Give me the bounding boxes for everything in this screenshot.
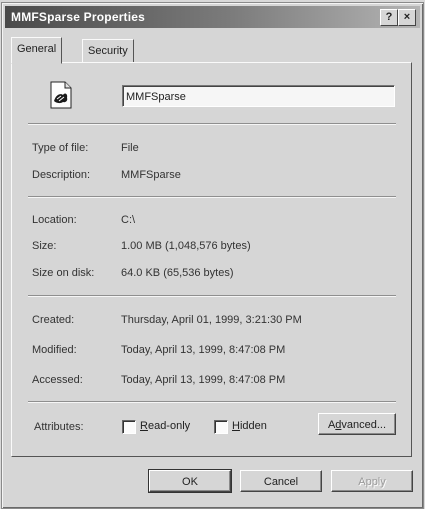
cancel-button[interactable]: Cancel <box>240 470 322 492</box>
read-only-hotkey: R <box>140 420 148 432</box>
separator <box>28 123 396 125</box>
help-button[interactable]: ? <box>380 9 398 26</box>
hidden-label-text: idden <box>239 420 267 432</box>
tab-security[interactable]: Security <box>82 39 134 63</box>
ok-button[interactable]: OK <box>148 469 232 493</box>
read-only-label[interactable]: Read-only <box>140 420 190 432</box>
hidden-label[interactable]: Hidden <box>232 420 267 432</box>
hidden-checkbox[interactable] <box>214 420 228 434</box>
size-on-disk-label: Size on disk: <box>32 267 95 279</box>
tab-general[interactable]: General <box>11 37 63 64</box>
separator <box>28 196 396 198</box>
description-label: Description: <box>32 169 91 181</box>
title-bar[interactable]: MMFSparse Properties ? × <box>5 6 420 28</box>
accessed-value: Today, April 13, 1999, 8:47:08 PM <box>121 374 286 386</box>
size-on-disk-value: 64.0 KB (65,536 bytes) <box>121 267 234 279</box>
created-value: Thursday, April 01, 1999, 3:21:30 PM <box>121 314 302 326</box>
attributes-label: Attributes: <box>34 421 84 433</box>
properties-dialog: MMFSparse Properties ? × General Securit… <box>1 2 424 509</box>
close-button[interactable]: × <box>398 9 416 26</box>
separator <box>28 295 396 297</box>
modified-label: Modified: <box>32 344 77 356</box>
location-value: C:\ <box>121 214 136 226</box>
type-of-file-value: File <box>121 142 139 154</box>
accessed-label: Accessed: <box>32 374 83 386</box>
size-value: 1.00 MB (1,048,576 bytes) <box>121 240 251 252</box>
file-icon <box>48 81 74 109</box>
description-value: MMFSparse <box>121 169 181 181</box>
size-label: Size: <box>32 240 57 252</box>
window-title: MMFSparse Properties <box>11 10 146 24</box>
read-only-checkbox[interactable] <box>122 420 136 434</box>
modified-value: Today, April 13, 1999, 8:47:08 PM <box>121 344 286 356</box>
tab-strip: General Security <box>11 37 411 64</box>
read-only-label-text: ead-only <box>147 420 191 432</box>
advanced-label-rest: vanced... <box>341 419 387 431</box>
location-label: Location: <box>32 214 77 226</box>
created-label: Created: <box>32 314 75 326</box>
type-of-file-label: Type of file: <box>32 142 89 154</box>
apply-button[interactable]: Apply <box>331 470 413 492</box>
file-name-input[interactable]: MMFSparse <box>122 85 395 107</box>
general-panel: MMFSparse Type of file: File Description… <box>11 62 412 457</box>
advanced-button[interactable]: Advanced... <box>318 413 396 435</box>
separator <box>28 401 396 403</box>
hidden-hotkey: H <box>232 420 240 432</box>
